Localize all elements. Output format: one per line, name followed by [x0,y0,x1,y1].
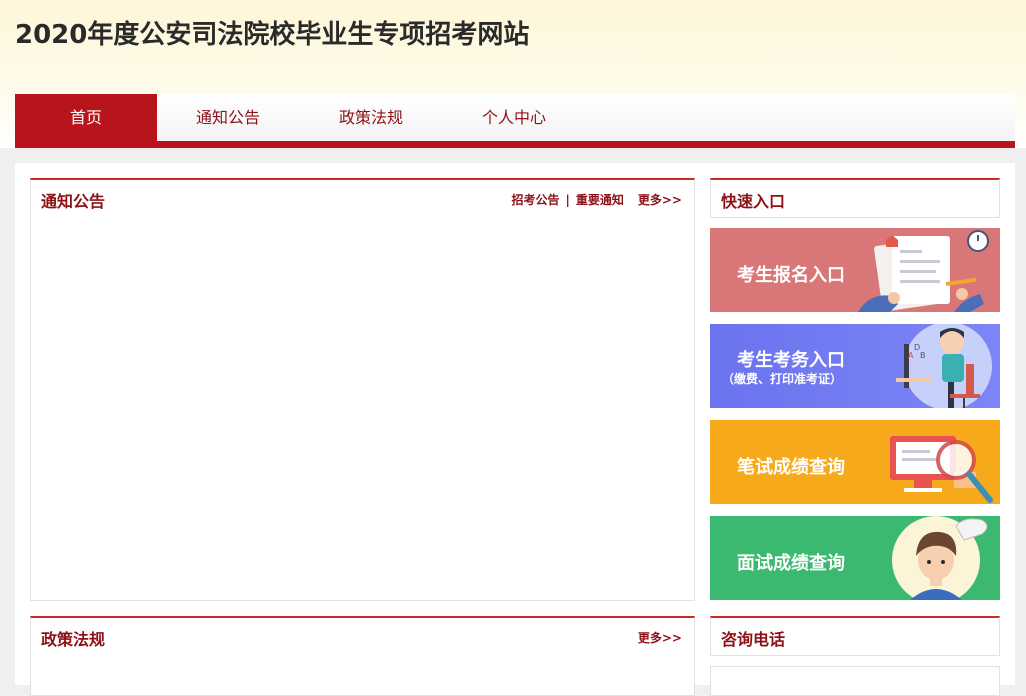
nav-underline [15,141,1015,148]
main-nav: 首页 通知公告 政策法规 个人中心 [15,94,1015,141]
notice-panel: 通知公告 招考公告 | 重要通知 更多>> [30,178,695,601]
important-notice-link[interactable]: 重要通知 [576,193,624,207]
consult-panel-body [710,666,1000,696]
svg-text:A: A [908,351,914,360]
main-content: 通知公告 招考公告 | 重要通知 更多>> 政策法规 更多>> 快速入口 考生报名入口 [15,163,1015,696]
consult-panel: 咨询电话 [710,616,1000,656]
policy-panel-links: 更多>> [624,629,682,646]
consult-panel-title: 咨询电话 [721,630,786,649]
nav-item-policies[interactable]: 政策法规 [300,94,442,141]
policy-more-link[interactable]: 更多>> [638,631,682,645]
quick-entry-panel: 快速入口 [710,178,1000,218]
notice-panel-title: 通知公告 [41,192,106,211]
exam-affairs-entry-label: 考生考务入口 [737,350,845,371]
registration-entry-label: 考生报名入口 [737,265,845,286]
policy-panel-title: 政策法规 [41,630,106,649]
interview-score-query-label: 面试成绩查询 [737,553,845,574]
interviewee-avatar-icon [892,516,988,600]
monitor-magnifier-icon [890,436,993,503]
notice-panel-links: 招考公告 | 重要通知 更多>> [511,191,682,208]
written-score-query-label: 笔试成绩查询 [737,457,845,478]
document-clipboard-icon [858,230,989,312]
exam-affairs-entry-button[interactable]: 考生考务入口 （缴费、打印准考证） D B A [710,324,1000,408]
exam-affairs-entry-sublabel: （缴费、打印准考证） [722,372,843,386]
person-at-computer-icon: D B A [896,324,992,408]
quick-entry-title: 快速入口 [721,192,786,211]
interview-score-query-button[interactable]: 面试成绩查询 [710,516,1000,600]
svg-text:B: B [920,351,926,360]
recruit-notice-link[interactable]: 招考公告 [511,193,559,207]
link-separator: | [565,193,570,207]
written-score-query-button[interactable]: 笔试成绩查询 [710,420,1000,504]
registration-entry-button[interactable]: 考生报名入口 [710,228,1000,312]
nav-item-home[interactable]: 首页 [15,94,157,141]
nav-item-notices[interactable]: 通知公告 [157,94,299,141]
site-title: 2020年度公安司法院校毕业生专项招考网站 [15,20,530,50]
notice-more-link[interactable]: 更多>> [638,193,682,207]
policy-panel: 政策法规 更多>> [30,616,695,696]
nav-item-personal-center[interactable]: 个人中心 [443,94,585,141]
